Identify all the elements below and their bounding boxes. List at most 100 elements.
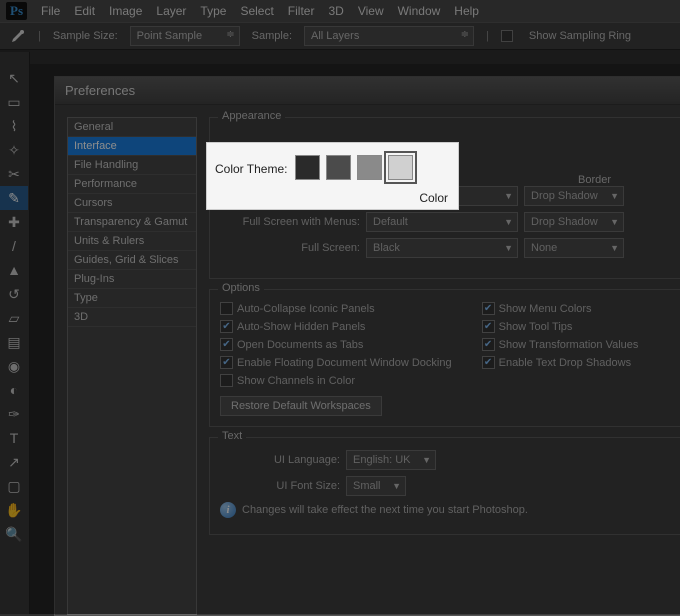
show-ring-checkbox[interactable] — [501, 30, 513, 42]
brush-tool[interactable]: / — [0, 234, 28, 258]
scrmode-label-2: Full Screen: — [220, 242, 360, 254]
history-brush-tool[interactable]: ↺ — [0, 282, 28, 306]
color-theme-label: Color Theme: — [215, 162, 287, 176]
menu-image[interactable]: Image — [109, 4, 142, 18]
opt-right-0-checkbox[interactable]: ✔ — [482, 302, 495, 315]
opt-right-3-checkbox[interactable]: ✔ — [482, 356, 495, 369]
opt-right-1-label: Show Tool Tips — [499, 321, 573, 333]
pref-category-plug-ins[interactable]: Plug-Ins — [68, 270, 196, 289]
pen-tool[interactable]: ✑ — [0, 402, 28, 426]
menu-type[interactable]: Type — [200, 4, 226, 18]
menu-edit[interactable]: Edit — [74, 4, 95, 18]
color-theme-spotlight: Color Theme: Color — [207, 143, 458, 209]
options-group: Options Auto-Collapse Iconic Panels✔Auto… — [209, 289, 680, 427]
text-group: Text UI Language: English: UK▼ UI Font S… — [209, 437, 680, 535]
lasso-tool[interactable]: ⌇ — [0, 114, 28, 138]
menu-layer[interactable]: Layer — [156, 4, 186, 18]
eyedropper-icon — [10, 28, 26, 44]
marquee-tool[interactable]: ▭ — [0, 90, 28, 114]
scrmode-label-1: Full Screen with Menus: — [220, 216, 360, 228]
opt-left-0-checkbox[interactable] — [220, 302, 233, 315]
menu-window[interactable]: Window — [398, 4, 441, 18]
preferences-titlebar: Preferences — [55, 77, 680, 105]
tool-panel: ↖▭⌇✧✂✎✚/▲↺▱▤◉◐✑T↗▢✋🔍 — [0, 52, 30, 614]
pref-category-interface[interactable]: Interface — [68, 137, 196, 156]
menu-help[interactable]: Help — [454, 4, 479, 18]
opt-left-1-label: Auto-Show Hidden Panels — [237, 321, 365, 333]
sample-select[interactable]: All Layers — [304, 26, 474, 46]
move-tool[interactable]: ↖ — [0, 66, 28, 90]
opt-left-3-label: Enable Floating Document Window Docking — [237, 357, 452, 369]
show-ring-label: Show Sampling Ring — [529, 30, 631, 42]
eyedropper-tool[interactable]: ✎ — [0, 186, 28, 210]
theme-swatch-3[interactable] — [388, 155, 413, 180]
menu-view[interactable]: View — [358, 4, 384, 18]
opt-left-2-checkbox[interactable]: ✔ — [220, 338, 233, 351]
wand-tool[interactable]: ✧ — [0, 138, 28, 162]
theme-swatch-2[interactable] — [357, 155, 382, 180]
shape-tool[interactable]: ▢ — [0, 474, 28, 498]
dodge-tool[interactable]: ◐ — [0, 378, 28, 402]
app-logo: Ps — [6, 2, 27, 20]
options-bar: | Sample Size: Point Sample Sample: All … — [0, 22, 680, 50]
color-heading-spot: Color — [419, 191, 448, 205]
scrmode-border-2[interactable]: None▼ — [524, 238, 624, 258]
pref-category-guides-grid-slices[interactable]: Guides, Grid & Slices — [68, 251, 196, 270]
pref-category-type[interactable]: Type — [68, 289, 196, 308]
sample-label: Sample: — [252, 30, 292, 42]
pref-category-transparency-gamut[interactable]: Transparency & Gamut — [68, 213, 196, 232]
scrmode-color-2[interactable]: Black▼ — [366, 238, 518, 258]
ui-language-select[interactable]: English: UK▼ — [346, 450, 436, 470]
pref-category-3d[interactable]: 3D — [68, 308, 196, 327]
opt-right-0-label: Show Menu Colors — [499, 303, 592, 315]
menu-3d[interactable]: 3D — [328, 4, 343, 18]
restore-workspaces-button[interactable]: Restore Default Workspaces — [220, 396, 382, 416]
border-heading: Border — [519, 174, 670, 186]
pref-category-units-rulers[interactable]: Units & Rulers — [68, 232, 196, 251]
scrmode-color-1[interactable]: Default▼ — [366, 212, 518, 232]
heal-tool[interactable]: ✚ — [0, 210, 28, 234]
ui-language-label: UI Language: — [220, 454, 340, 466]
theme-swatch-0[interactable] — [295, 155, 320, 180]
pref-category-cursors[interactable]: Cursors — [68, 194, 196, 213]
opt-left-1-checkbox[interactable]: ✔ — [220, 320, 233, 333]
opt-right-2-label: Show Transformation Values — [499, 339, 639, 351]
blur-tool[interactable]: ◉ — [0, 354, 28, 378]
opt-right-3-label: Enable Text Drop Shadows — [499, 357, 632, 369]
text-legend: Text — [218, 430, 246, 442]
opt-left-4-checkbox[interactable] — [220, 374, 233, 387]
sample-size-label: Sample Size: — [53, 30, 118, 42]
scrmode-border-0[interactable]: Drop Shadow▼ — [524, 186, 624, 206]
hand-tool[interactable]: ✋ — [0, 498, 28, 522]
pref-category-general[interactable]: General — [68, 118, 196, 137]
eraser-tool[interactable]: ▱ — [0, 306, 28, 330]
opt-left-2-label: Open Documents as Tabs — [237, 339, 363, 351]
preferences-category-list: GeneralInterfaceFile HandlingPerformance… — [67, 117, 197, 615]
options-legend: Options — [218, 282, 264, 294]
type-tool[interactable]: T — [0, 426, 28, 450]
ui-font-size-label: UI Font Size: — [220, 480, 340, 492]
crop-tool[interactable]: ✂ — [0, 162, 28, 186]
opt-left-0-label: Auto-Collapse Iconic Panels — [237, 303, 375, 315]
theme-swatch-1[interactable] — [326, 155, 351, 180]
pref-category-performance[interactable]: Performance — [68, 175, 196, 194]
opt-right-1-checkbox[interactable]: ✔ — [482, 320, 495, 333]
stamp-tool[interactable]: ▲ — [0, 258, 28, 282]
info-icon: i — [220, 502, 236, 518]
menu-file[interactable]: File — [41, 4, 60, 18]
menu-bar: Ps File Edit Image Layer Type Select Fil… — [0, 0, 680, 22]
appearance-legend: Appearance — [218, 110, 285, 122]
opt-left-3-checkbox[interactable]: ✔ — [220, 356, 233, 369]
restart-note: Changes will take effect the next time y… — [242, 504, 528, 516]
menu-filter[interactable]: Filter — [288, 4, 315, 18]
gradient-tool[interactable]: ▤ — [0, 330, 28, 354]
pref-category-file-handling[interactable]: File Handling — [68, 156, 196, 175]
zoom-tool[interactable]: 🔍 — [0, 522, 28, 546]
sample-size-select[interactable]: Point Sample — [130, 26, 240, 46]
ui-font-size-select[interactable]: Small▼ — [346, 476, 406, 496]
path-select-tool[interactable]: ↗ — [0, 450, 28, 474]
opt-right-2-checkbox[interactable]: ✔ — [482, 338, 495, 351]
scrmode-border-1[interactable]: Drop Shadow▼ — [524, 212, 624, 232]
menu-select[interactable]: Select — [240, 4, 273, 18]
opt-left-4-label: Show Channels in Color — [237, 375, 355, 387]
